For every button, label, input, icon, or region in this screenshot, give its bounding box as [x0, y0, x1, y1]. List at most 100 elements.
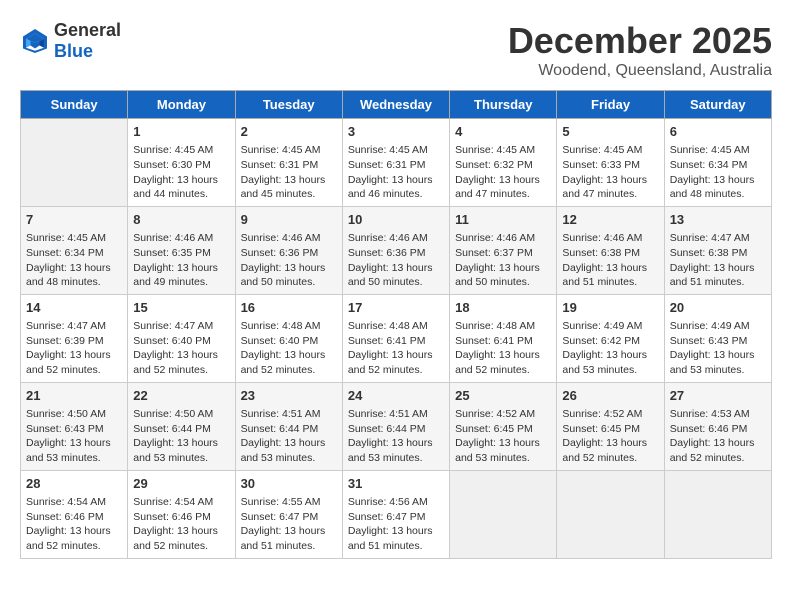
calendar-cell: 6 Sunrise: 4:45 AM Sunset: 6:34 PM Daylig…	[664, 119, 771, 207]
day-header-thursday: Thursday	[450, 91, 557, 119]
cell-content: Sunrise: 4:47 AM Sunset: 6:39 PM Dayligh…	[26, 319, 122, 378]
cell-content: Sunrise: 4:48 AM Sunset: 6:41 PM Dayligh…	[348, 319, 444, 378]
calendar-table: SundayMondayTuesdayWednesdayThursdayFrid…	[20, 90, 772, 559]
day-number: 5	[562, 123, 658, 141]
calendar-cell: 23 Sunrise: 4:51 AM Sunset: 6:44 PM Dayli…	[235, 382, 342, 470]
calendar-cell: 12Sunrise: 4:46 AM Sunset: 6:38 PM Dayli…	[557, 206, 664, 294]
cell-content: Sunrise: 4:56 AM Sunset: 6:47 PM Dayligh…	[348, 495, 444, 554]
cell-content: Sunrise: 4:51 AM Sunset: 6:44 PM Dayligh…	[241, 407, 337, 466]
cell-content: Sunrise: 4:46 AM Sunset: 6:35 PM Dayligh…	[133, 231, 229, 290]
cell-content: Sunrise: 4:48 AM Sunset: 6:41 PM Dayligh…	[455, 319, 551, 378]
day-number: 30	[241, 475, 337, 493]
day-number: 27	[670, 387, 766, 405]
cell-content: Sunrise: 4:45 AM Sunset: 6:31 PM Dayligh…	[241, 143, 337, 202]
calendar-cell: 17 Sunrise: 4:48 AM Sunset: 6:41 PM Dayli…	[342, 294, 449, 382]
logo-text: General Blue	[54, 20, 121, 62]
day-number: 17	[348, 299, 444, 317]
calendar-week-5: 28Sunrise: 4:54 AM Sunset: 6:46 PM Dayli…	[21, 470, 772, 558]
cell-content: Sunrise: 4:52 AM Sunset: 6:45 PM Dayligh…	[562, 407, 658, 466]
cell-content: Sunrise: 4:49 AM Sunset: 6:42 PM Dayligh…	[562, 319, 658, 378]
day-number: 15	[133, 299, 229, 317]
cell-content: Sunrise: 4:45 AM Sunset: 6:33 PM Dayligh…	[562, 143, 658, 202]
day-number: 21	[26, 387, 122, 405]
logo-general-text: General	[54, 20, 121, 40]
calendar-cell: 3 Sunrise: 4:45 AM Sunset: 6:31 PM Daylig…	[342, 119, 449, 207]
day-header-friday: Friday	[557, 91, 664, 119]
day-number: 29	[133, 475, 229, 493]
cell-content: Sunrise: 4:50 AM Sunset: 6:43 PM Dayligh…	[26, 407, 122, 466]
day-header-monday: Monday	[128, 91, 235, 119]
day-number: 14	[26, 299, 122, 317]
cell-content: Sunrise: 4:45 AM Sunset: 6:31 PM Dayligh…	[348, 143, 444, 202]
logo-blue-text: Blue	[54, 41, 93, 61]
calendar-week-1: 1Sunrise: 4:45 AM Sunset: 6:30 PM Daylig…	[21, 119, 772, 207]
calendar-cell: 26 Sunrise: 4:52 AM Sunset: 6:45 PM Dayli…	[557, 382, 664, 470]
calendar-week-4: 21 Sunrise: 4:50 AM Sunset: 6:43 PM Dayli…	[21, 382, 772, 470]
cell-content: Sunrise: 4:46 AM Sunset: 6:36 PM Dayligh…	[241, 231, 337, 290]
location-title: Woodend, Queensland, Australia	[508, 62, 772, 80]
calendar-header-row: SundayMondayTuesdayWednesdayThursdayFrid…	[21, 91, 772, 119]
day-number: 19	[562, 299, 658, 317]
calendar-cell: 15Sunrise: 4:47 AM Sunset: 6:40 PM Dayli…	[128, 294, 235, 382]
calendar-cell: 22 Sunrise: 4:50 AM Sunset: 6:44 PM Dayli…	[128, 382, 235, 470]
day-number: 12	[562, 211, 658, 229]
day-number: 6	[670, 123, 766, 141]
cell-content: Sunrise: 4:52 AM Sunset: 6:45 PM Dayligh…	[455, 407, 551, 466]
day-number: 13	[670, 211, 766, 229]
day-number: 1	[133, 123, 229, 141]
day-number: 9	[241, 211, 337, 229]
calendar-cell: 1Sunrise: 4:45 AM Sunset: 6:30 PM Daylig…	[128, 119, 235, 207]
day-number: 7	[26, 211, 122, 229]
calendar-cell: 25 Sunrise: 4:52 AM Sunset: 6:45 PM Dayli…	[450, 382, 557, 470]
calendar-week-3: 14 Sunrise: 4:47 AM Sunset: 6:39 PM Dayli…	[21, 294, 772, 382]
cell-content: Sunrise: 4:45 AM Sunset: 6:32 PM Dayligh…	[455, 143, 551, 202]
cell-content: Sunrise: 4:46 AM Sunset: 6:36 PM Dayligh…	[348, 231, 444, 290]
calendar-cell: 11 Sunrise: 4:46 AM Sunset: 6:37 PM Dayli…	[450, 206, 557, 294]
day-header-saturday: Saturday	[664, 91, 771, 119]
calendar-cell: 21 Sunrise: 4:50 AM Sunset: 6:43 PM Dayli…	[21, 382, 128, 470]
calendar-cell: 14 Sunrise: 4:47 AM Sunset: 6:39 PM Dayli…	[21, 294, 128, 382]
calendar-cell: 9 Sunrise: 4:46 AM Sunset: 6:36 PM Daylig…	[235, 206, 342, 294]
calendar-cell: 16 Sunrise: 4:48 AM Sunset: 6:40 PM Dayli…	[235, 294, 342, 382]
day-number: 3	[348, 123, 444, 141]
calendar-cell: 28Sunrise: 4:54 AM Sunset: 6:46 PM Dayli…	[21, 470, 128, 558]
day-number: 11	[455, 211, 551, 229]
day-number: 22	[133, 387, 229, 405]
cell-content: Sunrise: 4:45 AM Sunset: 6:34 PM Dayligh…	[26, 231, 122, 290]
cell-content: Sunrise: 4:54 AM Sunset: 6:46 PM Dayligh…	[133, 495, 229, 554]
day-number: 20	[670, 299, 766, 317]
calendar-cell: 20Sunrise: 4:49 AM Sunset: 6:43 PM Dayli…	[664, 294, 771, 382]
day-number: 31	[348, 475, 444, 493]
calendar-cell: 8Sunrise: 4:46 AM Sunset: 6:35 PM Daylig…	[128, 206, 235, 294]
day-number: 26	[562, 387, 658, 405]
cell-content: Sunrise: 4:48 AM Sunset: 6:40 PM Dayligh…	[241, 319, 337, 378]
day-number: 16	[241, 299, 337, 317]
calendar-cell: 13Sunrise: 4:47 AM Sunset: 6:38 PM Dayli…	[664, 206, 771, 294]
calendar-cell: 31 Sunrise: 4:56 AM Sunset: 6:47 PM Dayli…	[342, 470, 449, 558]
day-header-sunday: Sunday	[21, 91, 128, 119]
calendar-cell: 7 Sunrise: 4:45 AM Sunset: 6:34 PM Daylig…	[21, 206, 128, 294]
calendar-cell: 10Sunrise: 4:46 AM Sunset: 6:36 PM Dayli…	[342, 206, 449, 294]
logo: General Blue	[20, 20, 121, 62]
day-number: 23	[241, 387, 337, 405]
day-number: 4	[455, 123, 551, 141]
calendar-week-2: 7 Sunrise: 4:45 AM Sunset: 6:34 PM Daylig…	[21, 206, 772, 294]
cell-content: Sunrise: 4:45 AM Sunset: 6:34 PM Dayligh…	[670, 143, 766, 202]
day-number: 18	[455, 299, 551, 317]
day-number: 24	[348, 387, 444, 405]
calendar-cell: 18 Sunrise: 4:48 AM Sunset: 6:41 PM Dayli…	[450, 294, 557, 382]
calendar-body: 1Sunrise: 4:45 AM Sunset: 6:30 PM Daylig…	[21, 119, 772, 559]
month-title: December 2025	[508, 20, 772, 62]
calendar-cell	[21, 119, 128, 207]
day-header-tuesday: Tuesday	[235, 91, 342, 119]
cell-content: Sunrise: 4:51 AM Sunset: 6:44 PM Dayligh…	[348, 407, 444, 466]
calendar-cell	[664, 470, 771, 558]
cell-content: Sunrise: 4:50 AM Sunset: 6:44 PM Dayligh…	[133, 407, 229, 466]
calendar-cell: 30Sunrise: 4:55 AM Sunset: 6:47 PM Dayli…	[235, 470, 342, 558]
day-number: 25	[455, 387, 551, 405]
calendar-cell: 29 Sunrise: 4:54 AM Sunset: 6:46 PM Dayli…	[128, 470, 235, 558]
calendar-cell	[450, 470, 557, 558]
cell-content: Sunrise: 4:46 AM Sunset: 6:37 PM Dayligh…	[455, 231, 551, 290]
calendar-cell: 4 Sunrise: 4:45 AM Sunset: 6:32 PM Daylig…	[450, 119, 557, 207]
calendar-cell: 5 Sunrise: 4:45 AM Sunset: 6:33 PM Daylig…	[557, 119, 664, 207]
